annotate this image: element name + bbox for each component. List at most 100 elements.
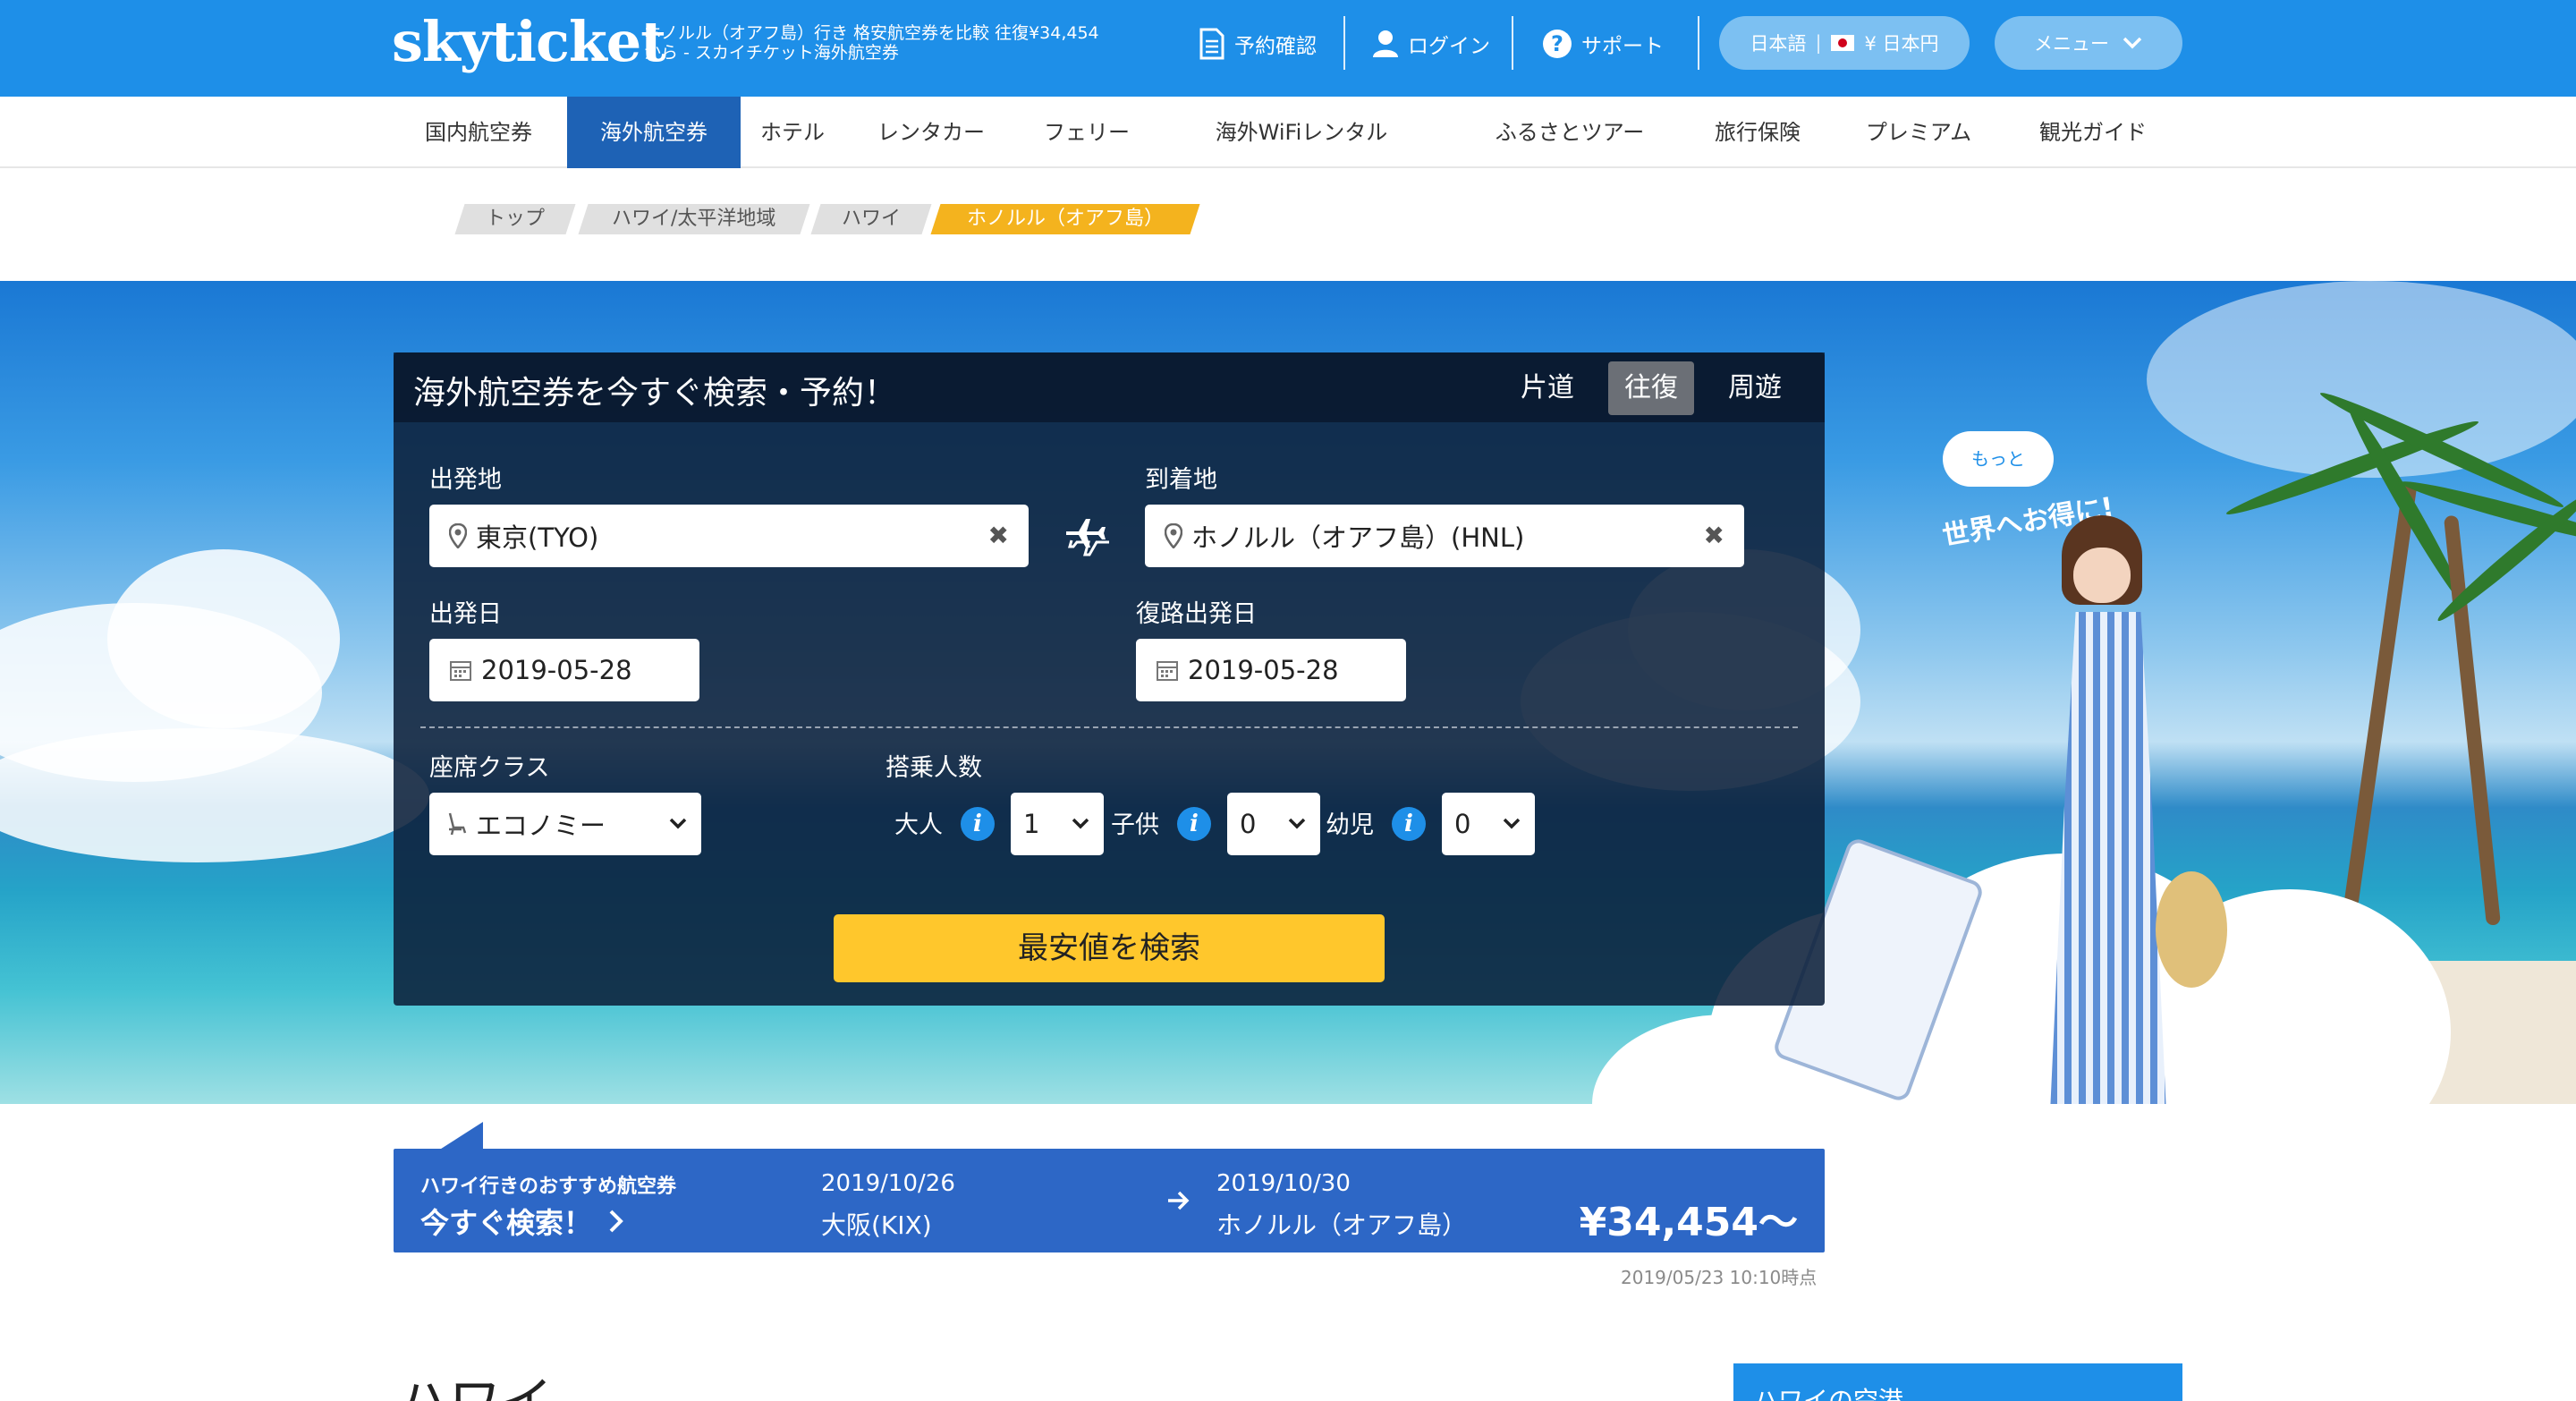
location-pin-icon xyxy=(449,523,467,548)
breadcrumb-top[interactable]: トップ xyxy=(454,204,576,234)
cloud xyxy=(2147,281,2576,478)
help-icon: ? xyxy=(1543,30,1572,58)
depart-date-label: 出発日 xyxy=(429,600,502,628)
reservation-link[interactable]: 予約確認 xyxy=(1199,23,1317,64)
recommend-arrive-place: ホノルル（オアフ島） xyxy=(1216,1210,1468,1240)
clear-destination-icon[interactable]: ✖ xyxy=(1704,521,1724,550)
tab-premium[interactable]: プレミアム xyxy=(1852,97,1986,168)
location-pin-icon xyxy=(1165,523,1182,548)
section-title: ハワイ xyxy=(397,1360,553,1401)
airplane-swap-icon[interactable] xyxy=(1063,512,1113,562)
model-face xyxy=(2073,548,2131,603)
menu-label: メニュー xyxy=(2034,33,2109,55)
breadcrumb-current: ホノルル（オアフ島） xyxy=(930,204,1200,234)
recommend-depart-place: 大阪(KIX) xyxy=(821,1210,932,1240)
child-count-select[interactable]: 0 xyxy=(1227,793,1320,855)
language-currency-selector[interactable]: 日本語 | ¥ 日本円 xyxy=(1719,16,1970,70)
adult-count-select[interactable]: 1 xyxy=(1011,793,1104,855)
seat-class-value: エコノミー xyxy=(476,811,606,841)
passenger-count-label: 搭乗人数 xyxy=(886,754,982,782)
straw-hat xyxy=(2156,871,2227,988)
chevron-down-icon xyxy=(1072,818,1089,829)
model-dress xyxy=(2050,612,2166,1104)
destination-value: ホノルル（オアフ島）(HNL) xyxy=(1191,522,1525,553)
breadcrumb-label: トップ xyxy=(485,208,545,230)
search-title: 海外航空券を今すぐ検索・予約！ xyxy=(413,375,897,412)
seat-icon xyxy=(445,811,469,836)
support-link[interactable]: ? サポート xyxy=(1542,23,1664,64)
tab-hotel[interactable]: ホテル xyxy=(748,97,837,168)
sidebar-heading[interactable]: ハワイの空港 xyxy=(1733,1363,2182,1401)
breadcrumb-label: ハワイ xyxy=(841,208,901,230)
tab-international-flights[interactable]: 海外航空券 xyxy=(567,97,741,168)
login-link[interactable]: ログイン xyxy=(1372,23,1490,64)
svg-text:?: ? xyxy=(1551,31,1563,56)
clear-origin-icon[interactable]: ✖ xyxy=(988,521,1009,550)
menu-button[interactable]: メニュー xyxy=(1995,16,2182,70)
search-panel-header: 海外航空券を今すぐ検索・予約！ 片道 往復 周遊 xyxy=(394,352,1825,422)
infant-info-icon[interactable]: i xyxy=(1392,807,1426,841)
chevron-down-icon xyxy=(669,818,687,829)
infant-count-select[interactable]: 0 xyxy=(1442,793,1535,855)
origin-value: 東京(TYO) xyxy=(476,522,599,553)
child-label: 子供 xyxy=(1111,811,1159,839)
user-icon xyxy=(1373,30,1398,57)
child-info-icon[interactable]: i xyxy=(1177,807,1211,841)
breadcrumb-label: ハワイ/太平洋地域 xyxy=(612,208,776,230)
seat-class-select[interactable]: エコノミー xyxy=(429,793,701,855)
tab-domestic-flights[interactable]: 国内航空券 xyxy=(411,97,546,168)
chevron-down-icon xyxy=(1288,818,1306,829)
japan-flag-icon xyxy=(1830,35,1854,51)
recommend-depart-date: 2019/10/26 xyxy=(821,1170,955,1197)
tab-wifi-rental[interactable]: 海外WiFiレンタル xyxy=(1190,97,1413,168)
document-icon xyxy=(1199,28,1224,60)
destination-input[interactable]: ホノルル（オアフ島）(HNL) ✖ xyxy=(1145,505,1744,567)
tab-travel-insurance[interactable]: 旅行保険 xyxy=(1699,97,1816,168)
chevron-right-icon xyxy=(609,1210,623,1233)
adult-info-icon[interactable]: i xyxy=(961,807,995,841)
adult-label: 大人 xyxy=(894,811,943,839)
return-date-label: 復路出発日 xyxy=(1136,600,1257,628)
depart-date-value: 2019-05-28 xyxy=(481,655,632,685)
recommend-tab-notch xyxy=(438,1122,483,1151)
hero-banner: もっと 世界へお得に! 海外航空券を今すぐ検索・予約！ 片道 往復 周遊 出発地… xyxy=(0,281,2576,1104)
trip-multi-city[interactable]: 周遊 xyxy=(1712,361,1798,415)
calendar-icon xyxy=(1156,658,1179,682)
tab-furusato-tour[interactable]: ふるさとツアー xyxy=(1467,97,1673,168)
child-count-value: 0 xyxy=(1240,809,1257,839)
site-header: skyticket ホノルル（オアフ島）行き 格安航空券を比較 往復¥34,45… xyxy=(0,0,2576,97)
divider xyxy=(1512,16,1513,70)
calendar-icon xyxy=(449,658,472,682)
tab-ferry[interactable]: フェリー xyxy=(1029,97,1145,168)
origin-input[interactable]: 東京(TYO) ✖ xyxy=(429,505,1029,567)
infant-count-value: 0 xyxy=(1454,809,1471,839)
infant-label: 幼児 xyxy=(1326,811,1374,839)
pipe-separator: | xyxy=(1815,32,1822,54)
trip-round-trip[interactable]: 往復 xyxy=(1608,361,1694,415)
promo-bubble: もっと xyxy=(1943,431,2054,487)
currency-label: ¥ 日本円 xyxy=(1864,33,1939,55)
recommend-heading: ハワイ行きのおすすめ航空券 xyxy=(420,1176,677,1198)
breadcrumb-label: ホノルル（オアフ島） xyxy=(966,208,1164,230)
chevron-down-icon xyxy=(2123,37,2142,49)
reservation-label: 予約確認 xyxy=(1234,35,1317,58)
support-label: サポート xyxy=(1581,35,1664,58)
search-cheapest-button[interactable]: 最安値を検索 xyxy=(834,914,1385,982)
header-tagline: ホノルル（オアフ島）行き 格安航空券を比較 往復¥34,454から - スカイチ… xyxy=(644,23,1099,63)
return-date-input[interactable]: 2019-05-28 xyxy=(1136,639,1406,701)
category-nav: 国内航空券 海外航空券 ホテル レンタカー フェリー 海外WiFiレンタル ふる… xyxy=(0,97,2576,168)
tab-travel-guide[interactable]: 観光ガイド xyxy=(2021,97,2165,168)
cloud xyxy=(107,549,340,728)
breadcrumb-region[interactable]: ハワイ/太平洋地域 xyxy=(578,204,810,234)
tab-rental-car[interactable]: レンタカー xyxy=(864,97,998,168)
recommended-flight-banner[interactable]: ハワイ行きのおすすめ航空券 今すぐ検索！ 2019/10/26 大阪(KIX) … xyxy=(394,1149,1825,1252)
recommend-cta[interactable]: 今すぐ検索！ xyxy=(420,1201,626,1242)
logo[interactable]: skyticket xyxy=(392,9,666,74)
destination-label: 到着地 xyxy=(1145,466,1217,494)
cloud xyxy=(0,728,429,862)
breadcrumb-hawaii[interactable]: ハワイ xyxy=(810,204,932,234)
trip-one-way[interactable]: 片道 xyxy=(1504,361,1590,415)
depart-date-input[interactable]: 2019-05-28 xyxy=(429,639,699,701)
section-divider xyxy=(420,726,1798,728)
origin-label: 出発地 xyxy=(429,466,502,494)
